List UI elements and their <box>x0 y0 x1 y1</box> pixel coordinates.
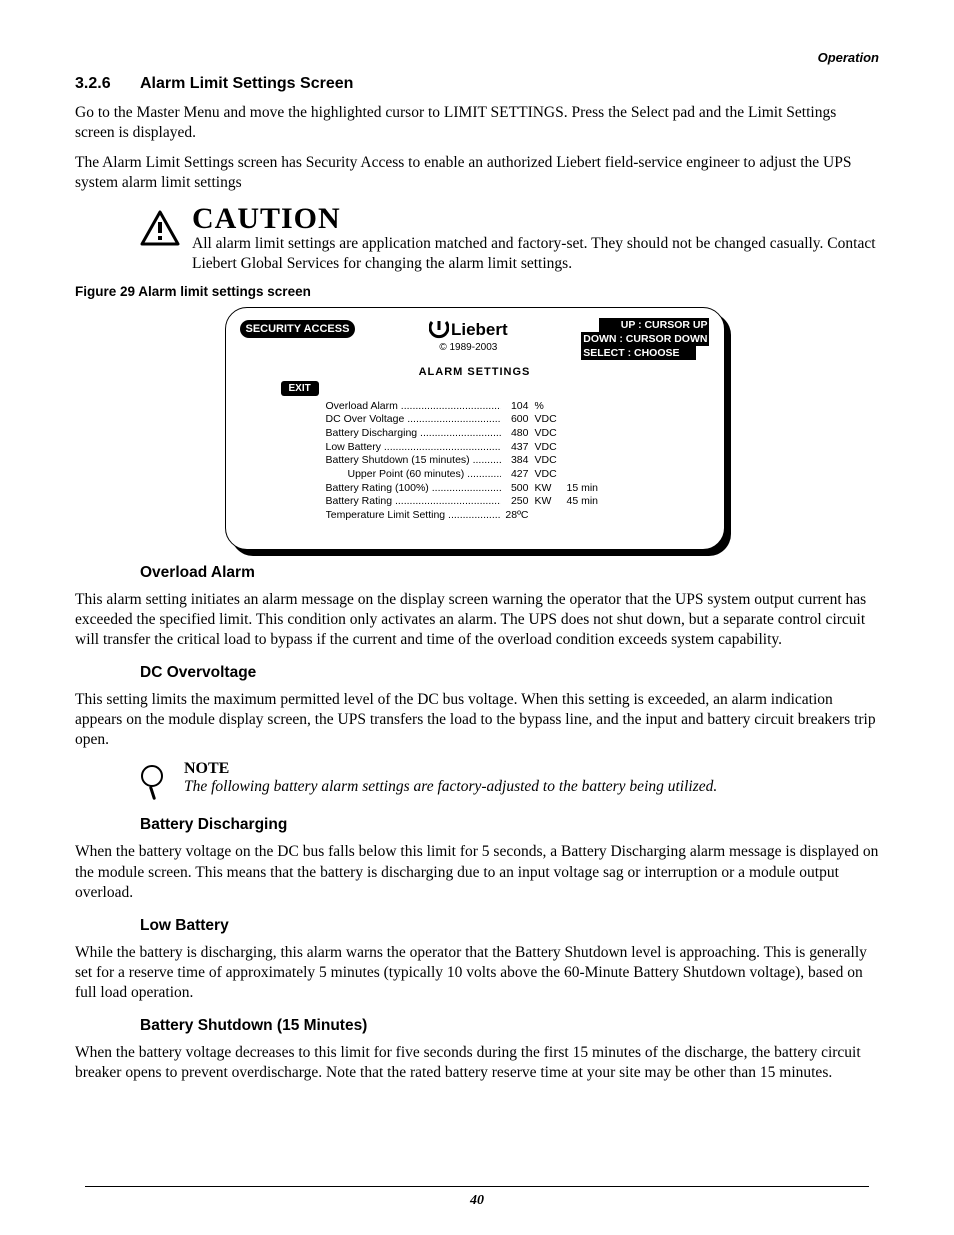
settings-label: Upper Point (60 minutes) <box>326 468 501 482</box>
settings-unit: VDC <box>529 454 561 468</box>
settings-unit: VDC <box>529 427 561 441</box>
heading-low-batt: Low Battery <box>140 917 879 935</box>
liebert-logo: Liebert <box>429 320 508 340</box>
warning-triangle-icon <box>140 210 180 246</box>
settings-unit: VDC <box>529 441 561 455</box>
section-number: 3.2.6 <box>75 75 140 93</box>
note-heading: NOTE <box>184 760 717 778</box>
page: Operation 3.2.6 Alarm Limit Settings Scr… <box>0 0 954 1235</box>
security-access-pill: SECURITY ACCESS <box>240 320 356 338</box>
settings-row: Upper Point (60 minutes)427VDC <box>326 468 704 482</box>
settings-label: Battery Shutdown (15 minutes) <box>326 454 501 468</box>
figure-caption: Figure 29 Alarm limit settings screen <box>75 284 879 299</box>
section-heading: 3.2.6 Alarm Limit Settings Screen <box>75 75 879 93</box>
heading-overload: Overload Alarm <box>140 564 879 582</box>
exit-button[interactable]: EXIT <box>281 381 319 396</box>
settings-unit: VDC <box>529 413 561 427</box>
settings-label: DC Over Voltage <box>326 413 501 427</box>
para-overload: This alarm setting initiates an alarm me… <box>75 590 879 650</box>
settings-label: Battery Discharging <box>326 427 501 441</box>
settings-unit: KW <box>529 482 561 496</box>
settings-row: DC Over Voltage600VDC <box>326 413 704 427</box>
heading-batt-disch: Battery Discharging <box>140 816 879 834</box>
settings-row: Low Battery437VDC <box>326 441 704 455</box>
settings-value: 437 <box>501 441 529 455</box>
settings-unit: KW <box>529 495 561 509</box>
liebert-logo-icon <box>429 321 449 339</box>
note-text: The following battery alarm settings are… <box>184 778 717 796</box>
settings-list: Overload Alarm104%DC Over Voltage600VDCB… <box>226 396 724 549</box>
settings-row: Temperature Limit Setting28ºC <box>326 509 704 523</box>
caution-block: CAUTION All alarm limit settings are app… <box>140 204 879 274</box>
settings-unit: VDC <box>529 468 561 482</box>
heading-dcov: DC Overvoltage <box>140 664 879 682</box>
settings-row: Battery Shutdown (15 minutes)384VDC <box>326 454 704 468</box>
settings-unit: % <box>529 400 561 414</box>
para-intro-2: The Alarm Limit Settings screen has Secu… <box>75 153 879 193</box>
settings-value: 480 <box>501 427 529 441</box>
cursor-select-text: SELECT : CHOOSE <box>581 346 695 360</box>
para-batt-disch: When the battery voltage on the DC bus f… <box>75 842 879 902</box>
settings-label: Battery Rating <box>326 495 501 509</box>
heading-batt-shut: Battery Shutdown (15 Minutes) <box>140 1017 879 1035</box>
settings-value: 28ºC <box>501 509 529 523</box>
settings-value: 384 <box>501 454 529 468</box>
para-dcov: This setting limits the maximum permitte… <box>75 690 879 750</box>
cursor-down-text: DOWN : CURSOR DOWN <box>581 332 709 346</box>
settings-label: Battery Rating (100%) <box>326 482 501 496</box>
caution-heading: CAUTION <box>192 204 879 234</box>
settings-row: Battery Discharging480VDC <box>326 427 704 441</box>
settings-value: 427 <box>501 468 529 482</box>
liebert-logo-text: Liebert <box>451 320 508 340</box>
caution-text: All alarm limit settings are application… <box>192 234 879 274</box>
para-intro-1: Go to the Master Menu and move the highl… <box>75 103 879 143</box>
para-low-batt: While the battery is discharging, this a… <box>75 943 879 1003</box>
magnifier-icon <box>140 764 166 802</box>
settings-value: 600 <box>501 413 529 427</box>
settings-unit <box>529 509 561 523</box>
note-block: NOTE The following battery alarm setting… <box>140 760 879 802</box>
para-batt-shut: When the battery voltage decreases to th… <box>75 1043 879 1083</box>
settings-extra: 15 min <box>561 482 599 496</box>
footer-rule <box>85 1186 869 1187</box>
screen-figure: SECURITY ACCESS Liebert © 1989-2003 UP :… <box>225 307 730 550</box>
page-number: 40 <box>0 1193 954 1209</box>
settings-row: Overload Alarm104% <box>326 400 704 414</box>
section-title: Alarm Limit Settings Screen <box>140 75 879 93</box>
settings-row: Battery Rating (100%)500KW15 min <box>326 482 704 496</box>
settings-value: 500 <box>501 482 529 496</box>
settings-value: 250 <box>501 495 529 509</box>
settings-label: Low Battery <box>326 441 501 455</box>
copyright-text: © 1989-2003 <box>429 342 508 353</box>
settings-label: Overload Alarm <box>326 400 501 414</box>
cursor-up-text: UP : CURSOR UP <box>599 318 710 332</box>
settings-extra: 45 min <box>561 495 599 509</box>
cursor-instructions: UP : CURSOR UP DOWN : CURSOR DOWN SELECT… <box>581 318 709 360</box>
settings-value: 104 <box>501 400 529 414</box>
settings-row: Battery Rating250KW45 min <box>326 495 704 509</box>
screen-title: ALARM SETTINGS <box>226 366 724 378</box>
header-section: Operation <box>75 50 879 65</box>
settings-label: Temperature Limit Setting <box>326 509 501 523</box>
